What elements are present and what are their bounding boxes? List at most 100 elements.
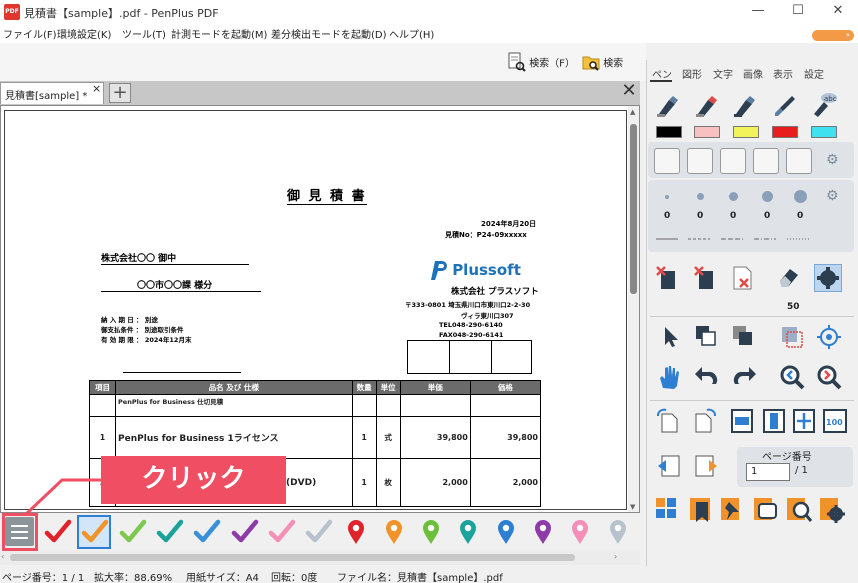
close-document-button[interactable]: ✕: [618, 81, 640, 103]
search-button[interactable]: 検索（F）: [508, 52, 575, 76]
custom-color-slot[interactable]: [786, 148, 812, 174]
menu-help[interactable]: ヘルプ(H): [389, 26, 434, 41]
minimize-button[interactable]: —: [738, 0, 778, 24]
check-red-icon[interactable]: [43, 517, 73, 547]
vertical-scroll-thumb[interactable]: [630, 124, 637, 294]
pin-red-icon[interactable]: [341, 517, 371, 547]
custom-color-slot[interactable]: [687, 148, 713, 174]
width-dot[interactable]: [762, 191, 773, 202]
pen-marker-icon[interactable]: [655, 94, 681, 118]
document-viewer[interactable]: 御 見 積 書 2024年8月20日 見積No：P24-09xxxxx 株式会社…: [0, 105, 640, 513]
tab-image[interactable]: 画像: [743, 66, 763, 81]
target-icon[interactable]: [816, 324, 842, 350]
brush-icon[interactable]: [772, 94, 798, 118]
scroll-up-icon[interactable]: ▲: [630, 108, 635, 116]
color-swatch-yellow[interactable]: [733, 126, 759, 138]
color-swatch-black[interactable]: [656, 126, 682, 138]
panel-toggle-icon[interactable]: »: [812, 30, 854, 41]
pin-gray-icon[interactable]: [603, 517, 633, 547]
pen-fill-icon[interactable]: [732, 94, 758, 118]
menu-settings[interactable]: 環境設定(K): [57, 26, 111, 41]
tab-text[interactable]: 文字: [713, 66, 733, 81]
check-pink-icon[interactable]: [267, 517, 297, 547]
width-dot[interactable]: [794, 190, 807, 203]
folder-search-button[interactable]: 検索: [582, 52, 623, 76]
redo-icon[interactable]: [731, 364, 757, 390]
maximize-button[interactable]: ☐: [778, 0, 818, 24]
color-swatch-cyan[interactable]: [811, 126, 837, 138]
check-blue-icon[interactable]: [192, 517, 222, 547]
select-copy-icon[interactable]: [694, 324, 718, 348]
custom-color-slot[interactable]: [654, 148, 680, 174]
check-lightgreen-icon[interactable]: [118, 517, 148, 547]
menu-tools[interactable]: ツール(T): [122, 26, 166, 41]
menu-file[interactable]: ファイル(F): [3, 26, 57, 41]
custom-color-slot[interactable]: [753, 148, 779, 174]
pen-highlighter-icon[interactable]: [694, 94, 720, 118]
color-swatch-pink[interactable]: [694, 126, 720, 138]
check-teal-icon[interactable]: [155, 517, 185, 547]
width-dot[interactable]: [665, 195, 669, 199]
pin-purple-icon[interactable]: [528, 517, 558, 547]
rotate-right-page-icon[interactable]: [693, 408, 717, 434]
pin-pink-icon[interactable]: [565, 517, 595, 547]
width-settings-gear-icon[interactable]: ⚙: [826, 188, 839, 204]
bookmark-icon[interactable]: [688, 496, 714, 524]
width-dot[interactable]: [697, 193, 704, 200]
page-number-input[interactable]: 1: [746, 463, 790, 481]
menu-diff-mode[interactable]: 差分検出モードを起動(D): [271, 26, 387, 41]
list-settings-icon[interactable]: [818, 496, 846, 524]
tab-shape[interactable]: 図形: [682, 66, 702, 81]
pin-orange-icon[interactable]: [379, 517, 409, 547]
pen-text-icon[interactable]: abc: [810, 92, 838, 118]
tab-pen[interactable]: ペン: [652, 66, 672, 81]
pin-green-icon[interactable]: [416, 517, 446, 547]
cursor-arrow-icon[interactable]: [660, 325, 682, 349]
close-window-button[interactable]: ✕: [818, 0, 858, 24]
width-dot[interactable]: [729, 192, 738, 201]
color-swatch-red[interactable]: [772, 126, 798, 138]
check-purple-icon[interactable]: [230, 517, 260, 547]
fit-page-icon[interactable]: [792, 408, 816, 434]
tab-document[interactable]: 見積書[sample] *: [0, 82, 104, 104]
color-settings-gear-icon[interactable]: ⚙: [826, 152, 839, 168]
fit-width-icon[interactable]: [730, 408, 754, 434]
scroll-right-icon[interactable]: ›: [614, 552, 617, 561]
doc-signature-line: [123, 372, 241, 373]
actual-size-icon[interactable]: 100: [822, 408, 848, 434]
delete-pen-icon[interactable]: [655, 265, 679, 291]
tab-settings[interactable]: 設定: [804, 66, 824, 81]
comment-list-icon[interactable]: [752, 496, 778, 524]
select-paste-icon[interactable]: [731, 324, 755, 348]
undo-icon[interactable]: [694, 364, 720, 390]
snapshot-icon[interactable]: [779, 324, 805, 350]
search-list-icon[interactable]: [785, 496, 813, 524]
scroll-left-icon[interactable]: ‹: [1, 552, 4, 561]
check-gray-icon[interactable]: [304, 517, 334, 547]
fit-height-icon[interactable]: [762, 408, 786, 434]
next-page-icon[interactable]: [693, 453, 719, 479]
hand-pan-icon[interactable]: [656, 364, 682, 390]
folder-search-icon: [582, 56, 600, 71]
rotate-left-page-icon[interactable]: [656, 408, 680, 434]
eraser-settings-button[interactable]: [814, 264, 842, 292]
pin-list-icon[interactable]: [719, 496, 745, 524]
scroll-down-icon[interactable]: ▼: [630, 503, 635, 511]
pin-blue-icon[interactable]: [491, 517, 521, 547]
horizontal-scroll-thumb[interactable]: [10, 554, 575, 561]
tab-view[interactable]: 表示: [773, 66, 793, 81]
check-orange-icon[interactable]: [80, 517, 110, 547]
tab-close-icon[interactable]: ×: [92, 82, 101, 95]
pin-teal-icon[interactable]: [453, 517, 483, 547]
menu-measure-mode[interactable]: 計測モードを起動(M): [171, 26, 267, 41]
add-tab-button[interactable]: +: [109, 83, 131, 103]
delete-all-icon[interactable]: [731, 265, 755, 291]
prev-page-icon[interactable]: [656, 453, 682, 479]
thumbnail-icon[interactable]: [654, 496, 680, 524]
line-style-samples[interactable]: [654, 236, 814, 242]
zoom-out-icon[interactable]: [816, 364, 842, 390]
zoom-in-icon[interactable]: [779, 364, 805, 390]
delete-page-icon[interactable]: [693, 265, 717, 291]
custom-color-slot[interactable]: [720, 148, 746, 174]
eraser-icon[interactable]: [776, 265, 802, 289]
